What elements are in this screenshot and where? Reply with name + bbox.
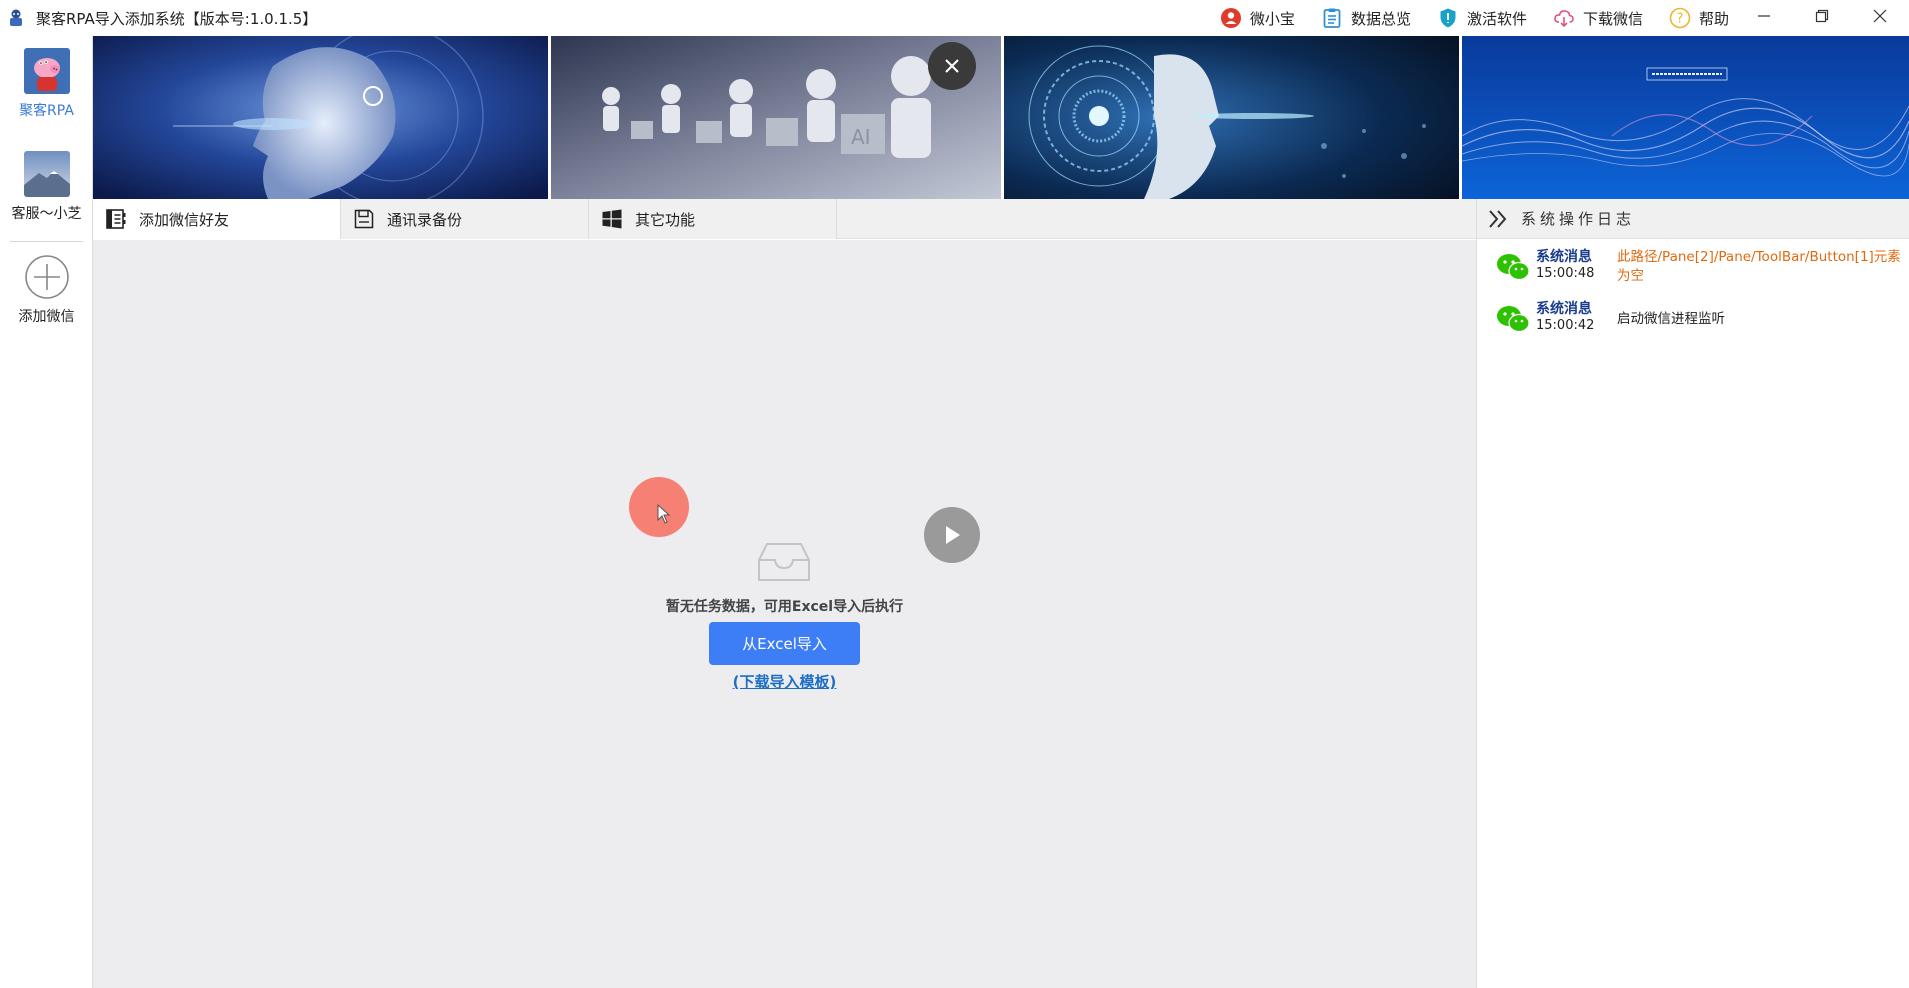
title-bar: 聚客RPA导入添加系统【版本号:1.0.1.5】 微小宝 数据总览 激活软件 下…: [0, 0, 1909, 36]
close-window-button[interactable]: [1851, 0, 1909, 32]
window-title: 聚客RPA导入添加系统【版本号:1.0.1.5】: [36, 9, 318, 28]
svg-text:AI: AI: [851, 125, 871, 149]
clipboard-icon: [1323, 8, 1341, 28]
menu-label: 激活软件: [1466, 9, 1527, 28]
account-item-jukerpa[interactable]: 聚客RPA: [0, 48, 93, 120]
banner-image-ai-head: [93, 36, 548, 199]
tab-label: 通讯录备份: [387, 210, 463, 229]
restore-button[interactable]: [1793, 0, 1851, 32]
shield-icon: [1440, 8, 1456, 28]
top-menu: 微小宝 数据总览 激活软件 下载微信 ? 帮助: [1194, 0, 1729, 36]
account-sidebar: 聚客RPA 客服～小芝 添加微信: [0, 36, 93, 988]
tab-contacts-backup[interactable]: 通讯录备份: [341, 199, 589, 239]
function-tabs: 添加微信好友 通讯录备份 其它功能: [93, 199, 1476, 239]
tab-other-functions[interactable]: 其它功能: [589, 199, 837, 239]
empty-inbox-icon: [758, 543, 810, 581]
menu-weixiaobao[interactable]: 微小宝: [1220, 7, 1295, 29]
add-wechat-label: 添加微信: [18, 309, 75, 325]
log-header: 系统操作日志: [1477, 199, 1909, 239]
empty-state-text: 暂无任务数据，可用Excel导入后执行: [665, 599, 904, 615]
menu-help[interactable]: ? 帮助: [1669, 7, 1729, 29]
wechat-icon: [1497, 306, 1530, 333]
log-message: 启动微信进程监听: [1617, 311, 1725, 327]
tab-add-wechat-friends[interactable]: 添加微信好友: [93, 199, 341, 239]
banner-close-button[interactable]: [928, 42, 976, 90]
menu-label: 帮助: [1698, 9, 1729, 28]
plus-circle-icon: [24, 255, 69, 299]
contact-book-icon: [106, 209, 126, 229]
help-icon: ?: [1669, 7, 1691, 29]
minimize-button[interactable]: [1735, 0, 1793, 32]
wechat-icon: [1497, 254, 1530, 281]
banner-image-ai-face: [1004, 36, 1459, 199]
import-from-excel-button[interactable]: 从Excel导入: [709, 622, 860, 665]
log-title: 系统操作日志: [1521, 210, 1636, 228]
system-log-panel: 系统操作日志 系统消息 15:00:48 此路径/Pane[2]/Pane/To…: [1476, 199, 1909, 988]
menu-label: 数据总览: [1350, 9, 1411, 28]
banner: AI: [93, 36, 1909, 199]
window-controls: [1735, 0, 1909, 36]
tab-label: 其它功能: [635, 210, 696, 229]
minimize-icon: [1758, 15, 1770, 17]
banner-image-artificial-intelligence: [1462, 36, 1909, 199]
account-item-kefu-xiaozhi[interactable]: 客服～小芝: [0, 151, 93, 223]
add-wechat-button[interactable]: 添加微信: [0, 254, 93, 326]
avatar: [23, 48, 70, 94]
menu-activate-software[interactable]: 激活软件: [1437, 7, 1527, 29]
robot-app-icon: [10, 9, 22, 26]
save-icon: [354, 209, 374, 229]
play-button[interactable]: [924, 507, 980, 563]
tab-label: 添加微信好友: [139, 210, 230, 229]
cloud-download-icon: [1554, 10, 1574, 28]
close-icon: [1873, 9, 1887, 23]
user-circle-icon: [1220, 8, 1241, 28]
account-name: 聚客RPA: [19, 103, 74, 119]
collapse-double-chevron-icon[interactable]: [1485, 206, 1511, 232]
restore-icon: [1815, 9, 1829, 23]
menu-label: 微小宝: [1249, 9, 1295, 28]
log-message: 此路径/Pane[2]/Pane/ToolBar/Button[1]元素为空: [1617, 249, 1901, 284]
log-source: 系统消息: [1536, 301, 1592, 317]
log-time: 15:00:48: [1536, 266, 1595, 281]
log-source: 系统消息: [1536, 249, 1592, 265]
windows-icon: [602, 209, 622, 229]
play-icon: [946, 526, 960, 544]
account-name: 客服～小芝: [11, 206, 82, 222]
avatar: [23, 151, 70, 197]
sidebar-divider: [10, 241, 83, 242]
download-template-link[interactable]: (下载导入模板): [93, 671, 1476, 692]
log-time: 15:00:42: [1536, 318, 1595, 333]
svg-text:?: ?: [1677, 12, 1684, 27]
close-icon: [945, 59, 959, 73]
task-content-area: 暂无任务数据，可用Excel导入后执行 从Excel导入 (下载导入模板): [93, 240, 1476, 988]
menu-download-wechat[interactable]: 下载微信: [1553, 7, 1643, 29]
menu-label: 下载微信: [1582, 9, 1643, 28]
menu-data-overview[interactable]: 数据总览: [1321, 7, 1411, 29]
mouse-cursor-icon: [657, 504, 671, 524]
